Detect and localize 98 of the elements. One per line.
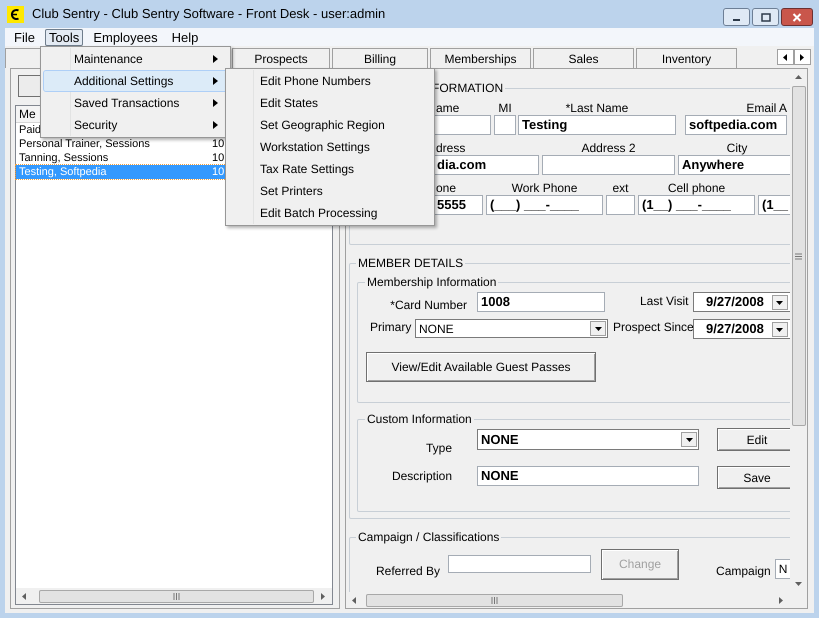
- row-number: 10: [212, 137, 224, 151]
- maximize-icon: [760, 12, 770, 22]
- field-label: MI: [498, 101, 512, 115]
- field-label: City: [726, 141, 748, 155]
- group-title: Campaign / Classifications: [357, 529, 500, 546]
- grip-icon: [173, 592, 180, 600]
- input-field[interactable]: [433, 115, 491, 135]
- field-label: Last Visit: [640, 293, 687, 310]
- save-button[interactable]: Save: [717, 466, 790, 489]
- input-field[interactable]: [494, 115, 516, 135]
- menu-item[interactable]: Saved Transactions: [43, 92, 228, 114]
- menu-item[interactable]: Security: [43, 114, 228, 136]
- input-field[interactable]: 1008: [477, 292, 605, 312]
- input-field[interactable]: N: [774, 559, 790, 579]
- row-name: Testing, Softpedia: [19, 166, 106, 178]
- scrollbar-thumb[interactable]: [792, 86, 806, 426]
- row-number: 10: [212, 151, 224, 165]
- submenu-arrow-icon: [213, 121, 218, 129]
- group-title: Membership Information: [366, 274, 498, 291]
- scroll-right-button[interactable]: [794, 49, 811, 65]
- left-arrow-icon: [781, 52, 790, 62]
- down-arrow-icon: [594, 324, 602, 333]
- input-field[interactable]: NONE: [477, 466, 699, 486]
- input-field[interactable]: [448, 555, 592, 573]
- field-label: Work Phone: [512, 181, 578, 195]
- down-arrow-icon: [794, 579, 803, 588]
- menu-item[interactable]: Tools: [44, 28, 84, 46]
- submenu-arrow-icon: [213, 77, 218, 85]
- input-field[interactable]: Testing: [518, 115, 676, 135]
- field-label: one: [436, 181, 456, 195]
- input-field[interactable]: 5555: [433, 195, 483, 215]
- submenu-arrow-icon: [213, 55, 218, 63]
- close-icon: [792, 12, 802, 22]
- maximize-button[interactable]: [752, 8, 779, 26]
- group-title: MEMBER DETAILS: [357, 255, 464, 272]
- menu-item[interactable]: Workstation Settings: [226, 136, 434, 158]
- menu-item[interactable]: Edit States: [226, 92, 434, 114]
- tab[interactable]: Billing: [332, 48, 428, 68]
- input-field[interactable]: [606, 195, 635, 215]
- field-label: Address 2: [581, 141, 636, 155]
- close-button[interactable]: [781, 8, 813, 26]
- field-label: Primary: [370, 319, 410, 336]
- app-logo-icon: [7, 6, 24, 22]
- input-field[interactable]: [542, 155, 675, 175]
- menu-item[interactable]: Help: [168, 28, 202, 46]
- field-label: Cell phone: [668, 181, 726, 195]
- submenu-arrow-icon: [213, 99, 218, 107]
- field-label: dress: [436, 141, 466, 155]
- field-label: Description: [390, 468, 452, 485]
- menu-item[interactable]: Set Printers: [226, 180, 434, 202]
- menu-item[interactable]: File: [10, 28, 39, 46]
- date-picker[interactable]: 9/27/2008: [693, 319, 790, 339]
- menu-item[interactable]: Edit Batch Processing: [226, 202, 434, 224]
- window-title: Club Sentry - Club Sentry Software - Front Desk - user:admin: [32, 5, 386, 24]
- minimize-button[interactable]: [723, 8, 750, 26]
- scrollbar-thumb[interactable]: [366, 594, 623, 606]
- menu-item[interactable]: Maintenance: [43, 48, 228, 70]
- input-field[interactable]: dia.com: [433, 155, 539, 175]
- input-field[interactable]: (___) ___-____: [486, 195, 603, 215]
- left-arrow-icon: [350, 596, 359, 604]
- dropdown[interactable]: NONE: [477, 429, 699, 450]
- edit-button[interactable]: Edit: [717, 428, 790, 451]
- tab[interactable]: Prospects: [232, 48, 330, 68]
- field-label: Referred By: [376, 563, 440, 580]
- field-label: *Card Number: [389, 297, 467, 314]
- up-arrow-icon: [794, 73, 803, 82]
- horizontal-scrollbar[interactable]: [16, 588, 332, 604]
- field-label: Email A: [746, 101, 787, 115]
- scroll-left-button[interactable]: [777, 49, 794, 65]
- row-name: Personal Trainer, Sessions: [19, 138, 150, 150]
- row-number: 10: [212, 165, 224, 179]
- row-name: Tanning, Sessions: [19, 152, 108, 164]
- field-label: Campaign: [716, 563, 771, 580]
- input-field[interactable]: (1__) ___-____: [638, 195, 755, 215]
- tab[interactable]: Memberships: [430, 48, 531, 68]
- menu-item[interactable]: Additional Settings: [43, 70, 228, 92]
- scrollbar-thumb[interactable]: [39, 590, 314, 602]
- tab[interactable]: Inventory: [636, 48, 737, 68]
- field-label: ext: [612, 181, 628, 195]
- field-label: Type: [424, 440, 452, 457]
- down-arrow-icon: [684, 435, 694, 444]
- field-label: *Last Name: [566, 101, 628, 115]
- grip-icon: [795, 252, 802, 260]
- input-field[interactable]: Anywhere: [678, 155, 790, 175]
- menu-item[interactable]: Edit Phone Numbers: [226, 70, 434, 92]
- input-field[interactable]: (1__: [758, 195, 790, 215]
- menu-item[interactable]: Set Geographic Region: [226, 114, 434, 136]
- left-arrow-icon: [20, 592, 29, 600]
- group-title: Custom Information: [366, 411, 473, 428]
- field-label: ame: [436, 101, 460, 115]
- menu-item[interactable]: Employees: [89, 28, 162, 46]
- tab[interactable]: Sales: [533, 48, 634, 68]
- grip-icon: [491, 596, 498, 604]
- input-field[interactable]: softpedia.com: [685, 115, 787, 135]
- guest-passes-button[interactable]: View/Edit Available Guest Passes: [366, 352, 596, 382]
- dropdown[interactable]: NONE: [415, 319, 608, 338]
- date-picker[interactable]: 9/27/2008: [693, 292, 790, 312]
- minimize-icon: [733, 19, 740, 21]
